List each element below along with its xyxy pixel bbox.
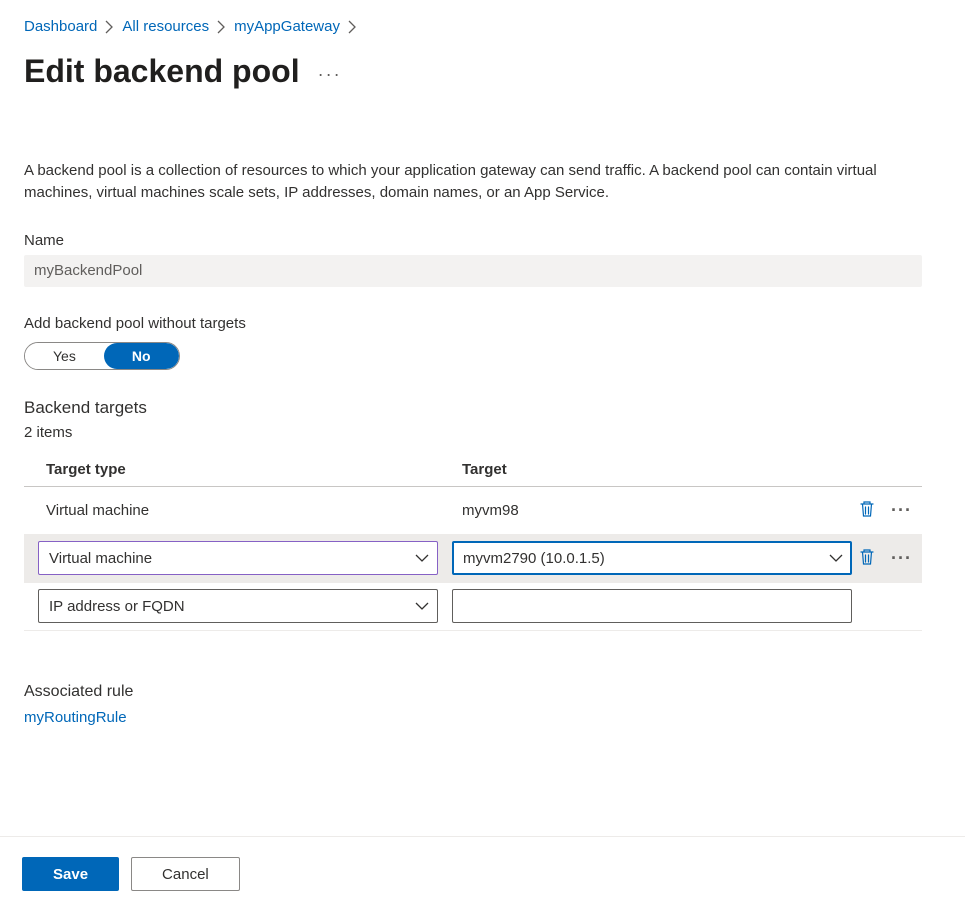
backend-targets-count: 2 items xyxy=(24,424,943,441)
chevron-right-icon xyxy=(105,20,114,34)
row-more-icon[interactable]: ··· xyxy=(887,548,916,569)
target-row: Virtual machine myvm2790 (10.0.1.5) xyxy=(24,535,922,583)
target-select-value: myvm2790 (10.0.1.5) xyxy=(463,550,605,567)
target-row: IP address or FQDN xyxy=(24,583,922,631)
page-description: A backend pool is a collection of resour… xyxy=(24,160,929,204)
target-type-select[interactable]: Virtual machine xyxy=(38,541,438,575)
without-targets-label: Add backend pool without targets xyxy=(24,315,943,332)
chevron-down-icon xyxy=(415,602,429,611)
row-more-icon[interactable]: ··· xyxy=(887,500,916,521)
target-value: myvm98 xyxy=(452,502,855,519)
toggle-no[interactable]: No xyxy=(104,343,179,369)
footer: Save Cancel xyxy=(0,836,965,911)
delete-target-button[interactable] xyxy=(855,496,879,525)
toggle-yes[interactable]: Yes xyxy=(25,343,104,369)
backend-targets-label: Backend targets xyxy=(24,398,943,418)
save-button[interactable]: Save xyxy=(22,857,119,891)
chevron-right-icon xyxy=(217,20,226,34)
breadcrumb-link-all-resources[interactable]: All resources xyxy=(122,18,209,35)
trash-icon xyxy=(859,500,875,521)
more-actions-icon[interactable]: ··· xyxy=(318,58,342,85)
target-input[interactable] xyxy=(452,589,852,623)
associated-rule-label: Associated rule xyxy=(24,683,943,701)
name-input[interactable] xyxy=(24,255,922,287)
target-type-select[interactable]: IP address or FQDN xyxy=(38,589,438,623)
column-header-target: Target xyxy=(452,461,922,478)
target-select[interactable]: myvm2790 (10.0.1.5) xyxy=(452,541,852,575)
breadcrumb-link-app-gateway[interactable]: myAppGateway xyxy=(234,18,340,35)
without-targets-toggle: Yes No xyxy=(24,342,180,370)
breadcrumb-link-dashboard[interactable]: Dashboard xyxy=(24,18,97,35)
target-row: Virtual machine myvm98 ··· xyxy=(24,487,922,535)
chevron-right-icon xyxy=(348,20,357,34)
trash-icon xyxy=(859,548,875,569)
associated-rule-link[interactable]: myRoutingRule xyxy=(24,709,127,726)
chevron-down-icon xyxy=(415,554,429,563)
target-type-value: Virtual machine xyxy=(24,502,452,519)
target-type-select-value: IP address or FQDN xyxy=(49,598,185,615)
cancel-button[interactable]: Cancel xyxy=(131,857,240,891)
target-type-select-value: Virtual machine xyxy=(49,550,152,567)
chevron-down-icon xyxy=(829,554,843,563)
targets-table: Target type Target Virtual machine myvm9… xyxy=(24,451,922,631)
column-header-target-type: Target type xyxy=(24,461,452,478)
page-title: Edit backend pool xyxy=(24,53,300,90)
name-label: Name xyxy=(24,232,943,249)
delete-target-button[interactable] xyxy=(855,544,879,573)
breadcrumb: Dashboard All resources myAppGateway xyxy=(24,18,943,35)
